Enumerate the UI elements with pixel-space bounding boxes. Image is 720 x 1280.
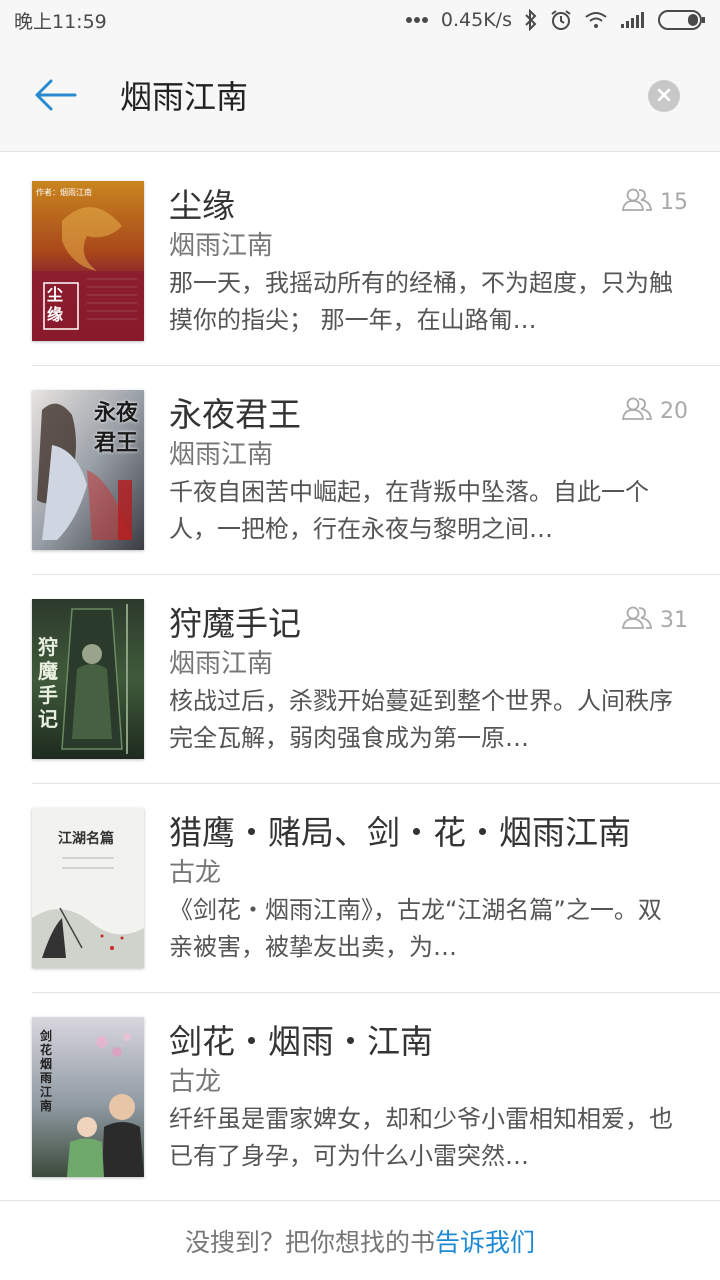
back-arrow-icon (33, 78, 77, 116)
cover-title: 尘缘 (47, 285, 64, 324)
status-icons: 0.45K/s (405, 9, 706, 31)
cover-title: 狩魔手记 (38, 635, 58, 731)
book-title: 剑花・烟雨・江南 (169, 1022, 433, 1061)
search-header: 烟雨江南 (0, 40, 720, 152)
reader-count-value: 20 (660, 398, 688, 424)
book-title: 狩魔手记 (169, 604, 301, 643)
book-cover: 永夜君王 (32, 390, 144, 550)
bluetooth-icon (524, 9, 538, 31)
wifi-icon (584, 11, 608, 29)
more-dots-icon (405, 16, 429, 24)
feedback-footer: 没搜到？把你想找的书 告诉我们 (0, 1200, 720, 1280)
reader-count: 15 (621, 187, 688, 217)
book-author: 烟雨江南 (169, 440, 274, 470)
book-cover: 作者：烟雨江南 尘缘 (32, 181, 144, 341)
reader-count: 31 (621, 605, 688, 635)
users-icon (621, 605, 653, 635)
battery-icon (658, 9, 706, 31)
book-description: 那一天，我摇动所有的经桶，不为超度，只为触摸你的指尖； 那一年，在山路匍… (169, 269, 673, 334)
list-item[interactable]: 永夜君王 永夜君王 烟雨江南 千夜自困苦中崛起，在背叛中坠落。自此一个人，一把枪… (32, 366, 720, 575)
list-item[interactable]: 剑花烟雨江南 剑花・烟雨・江南 古龙 纤纤虽是雷家婢女，却和少爷小雷相知相爱，也… (32, 993, 720, 1202)
signal-icon (620, 11, 646, 29)
book-description: 千夜自困苦中崛起，在背叛中坠落。自此一个人，一把枪，行在永夜与黎明之间… (169, 478, 649, 543)
book-description: 纤纤虽是雷家婢女，却和少爷小雷相知相爱，也已有了身孕，可为什么小雷突然… (169, 1105, 673, 1170)
cover-title: 江湖名篇 (58, 831, 114, 847)
search-results-list: 作者：烟雨江南 尘缘 尘缘 烟雨江南 那一天，我摇动所有的经桶，不为超度，只为触… (0, 157, 720, 1202)
close-icon (657, 87, 671, 106)
book-title: 猎鹰・赌局、剑・花・烟雨江南 (169, 813, 631, 852)
book-cover: 江湖名篇 (32, 808, 144, 968)
book-author: 烟雨江南 (169, 649, 274, 679)
book-title: 永夜君王 (169, 395, 301, 434)
list-item[interactable]: 狩魔手记 狩魔手记 烟雨江南 核战过后，杀戮开始蔓延到整个世界。人间秩序完全瓦解… (32, 575, 720, 784)
book-author: 烟雨江南 (169, 231, 274, 261)
search-input[interactable]: 烟雨江南 (120, 74, 248, 120)
users-icon (621, 396, 653, 426)
cover-title: 永夜君王 (94, 400, 139, 456)
cover-caption: 作者：烟雨江南 (36, 188, 92, 197)
tell-us-link[interactable]: 告诉我们 (435, 1223, 535, 1259)
alarm-icon (550, 9, 572, 31)
book-title: 尘缘 (169, 186, 235, 225)
footer-prompt: 没搜到？把你想找的书 (184, 1227, 435, 1257)
book-description: 核战过后，杀戮开始蔓延到整个世界。人间秩序完全瓦解，弱肉强食成为第一原… (169, 687, 673, 752)
book-cover: 狩魔手记 (32, 599, 144, 759)
status-time: 晚上11:59 (14, 10, 107, 33)
book-description: 《剑花・烟雨江南》，古龙“江湖名篇”之一。双亲被害，被挚友出卖，为… (169, 896, 662, 961)
network-speed: 0.45K/s (440, 9, 512, 31)
status-bar: 晚上11:59 0.45K/s (0, 0, 720, 40)
cover-title: 剑花烟雨江南 (40, 1029, 53, 1113)
clear-search-button[interactable] (648, 80, 680, 112)
users-icon (621, 187, 653, 217)
reader-count-value: 31 (660, 607, 688, 633)
reader-count-value: 15 (660, 189, 688, 215)
book-cover: 剑花烟雨江南 (32, 1017, 144, 1177)
book-author: 古龙 (169, 1067, 222, 1097)
reader-count: 20 (621, 396, 688, 426)
list-item[interactable]: 江湖名篇 猎鹰・赌局、剑・花・烟雨江南 古龙 《剑花・烟雨江南》，古龙“江湖名篇… (32, 784, 720, 993)
list-item[interactable]: 作者：烟雨江南 尘缘 尘缘 烟雨江南 那一天，我摇动所有的经桶，不为超度，只为触… (32, 157, 720, 366)
back-button[interactable] (30, 74, 80, 120)
book-author: 古龙 (169, 858, 222, 888)
